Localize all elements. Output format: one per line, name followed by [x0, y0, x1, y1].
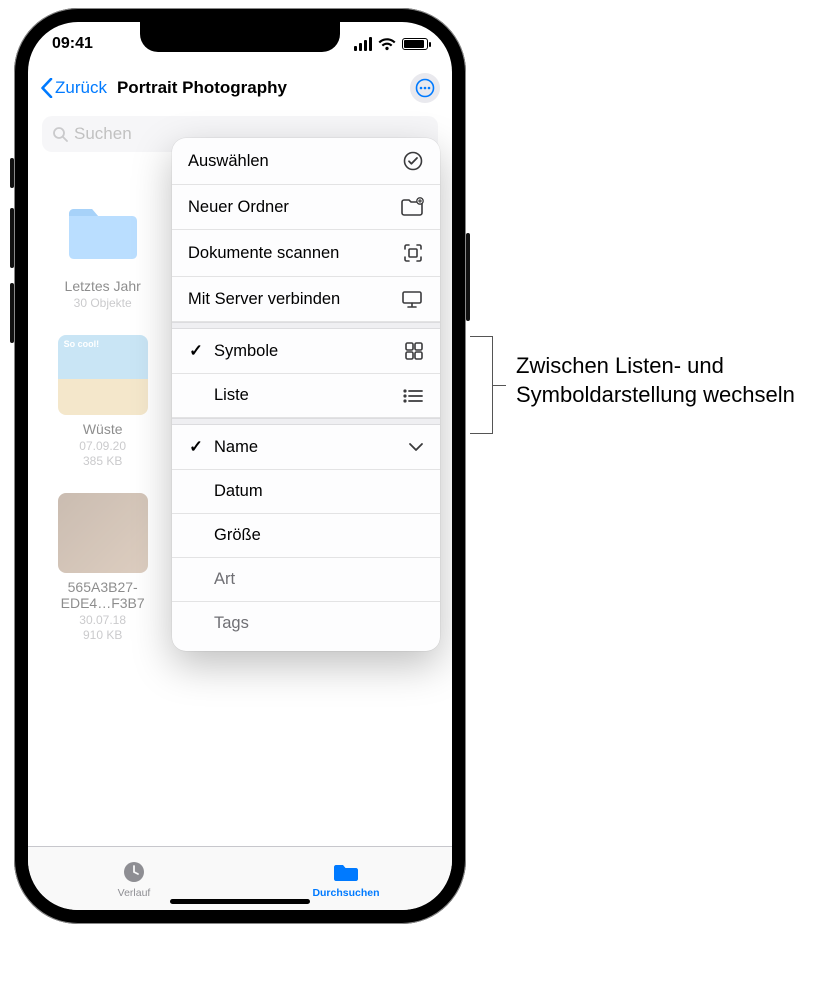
callout-text: Zwischen Listen- und Symboldarstellung w…	[504, 330, 814, 409]
volume-up-button	[10, 208, 14, 268]
menu-separator	[172, 322, 440, 329]
menu-item-sort-name[interactable]: ✓ Name	[172, 425, 440, 470]
checkmark-circle-icon	[402, 150, 424, 172]
annotation-callout: Zwischen Listen- und Symboldarstellung w…	[470, 330, 814, 440]
home-indicator[interactable]	[170, 899, 310, 904]
viewfinder-scan-icon	[402, 242, 424, 264]
more-button[interactable]	[410, 73, 440, 103]
menu-item-view-icons[interactable]: ✓ Symbole	[172, 329, 440, 374]
battery-icon	[402, 38, 428, 50]
menu-label: Dokumente scannen	[188, 244, 402, 263]
menu-item-sort-tags[interactable]: Tags	[172, 602, 440, 651]
menu-item-connect-server[interactable]: Mit Server verbinden	[172, 277, 440, 322]
notch	[140, 22, 340, 52]
chevron-down-icon	[408, 442, 424, 452]
menu-label: Symbole	[214, 342, 278, 361]
cellular-signal-icon	[354, 37, 372, 51]
page-title: Portrait Photography	[107, 78, 410, 98]
menu-item-view-list[interactable]: Liste	[172, 374, 440, 418]
tab-label: Durchsuchen	[312, 887, 379, 899]
menu-label: Neuer Ordner	[188, 198, 400, 217]
wifi-icon	[378, 38, 396, 51]
menu-item-select[interactable]: Auswählen	[172, 138, 440, 185]
menu-item-sort-date[interactable]: Datum	[172, 470, 440, 514]
list-bullet-icon	[402, 388, 424, 404]
menu-item-sort-size[interactable]: Größe	[172, 514, 440, 558]
menu-item-scan-documents[interactable]: Dokumente scannen	[172, 230, 440, 277]
menu-label: Liste	[214, 386, 249, 405]
device-frame: 09:41 Zurück Portrait Photography	[14, 8, 466, 924]
clock-icon	[121, 859, 147, 885]
menu-label: Name	[214, 438, 258, 457]
menu-label: Art	[214, 570, 235, 589]
context-menu: Auswählen Neuer Ordner Dokumente scannen…	[172, 138, 440, 651]
back-button[interactable]: Zurück	[40, 78, 107, 98]
screen: 09:41 Zurück Portrait Photography	[28, 22, 452, 910]
menu-label: Datum	[214, 482, 263, 501]
ellipsis-circle-icon	[415, 78, 435, 98]
menu-item-sort-kind[interactable]: Art	[172, 558, 440, 602]
menu-label: Mit Server verbinden	[188, 290, 400, 309]
navigation-bar: Zurück Portrait Photography	[28, 66, 452, 110]
checkmark-icon: ✓	[188, 437, 204, 457]
callout-bracket	[470, 330, 504, 440]
back-label: Zurück	[55, 78, 107, 98]
menu-item-new-folder[interactable]: Neuer Ordner	[172, 185, 440, 230]
menu-separator	[172, 418, 440, 425]
power-button	[466, 233, 470, 321]
display-icon	[400, 289, 424, 309]
checkmark-icon: ✓	[188, 341, 204, 361]
menu-label: Tags	[214, 614, 249, 633]
folder-plus-icon	[400, 197, 424, 217]
mute-switch	[10, 158, 14, 188]
folder-icon	[331, 859, 361, 885]
grid-2x2-icon	[404, 341, 424, 361]
menu-label: Größe	[214, 526, 261, 545]
volume-down-button	[10, 283, 14, 343]
chevron-left-icon	[40, 78, 53, 98]
tab-label: Verlauf	[118, 887, 151, 899]
status-time: 09:41	[52, 35, 93, 53]
menu-label: Auswählen	[188, 152, 402, 171]
